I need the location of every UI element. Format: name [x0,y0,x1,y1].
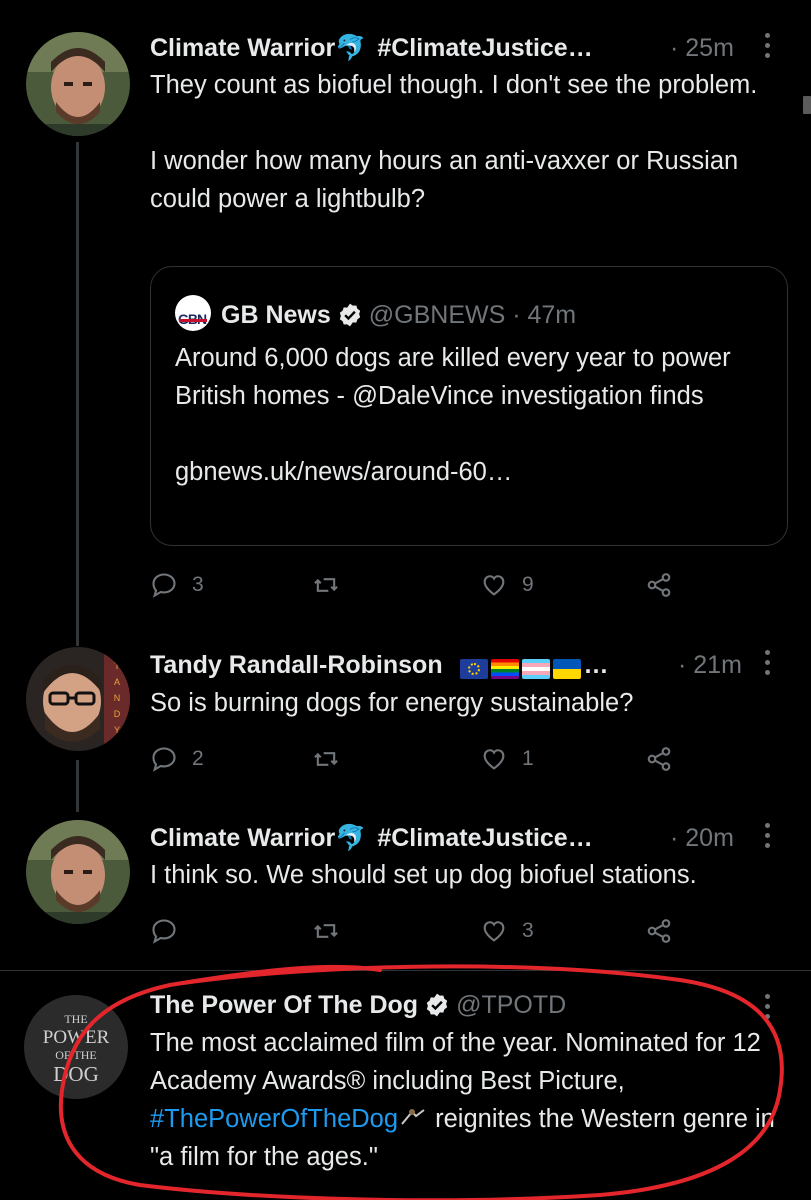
rainbow-flag-icon [490,659,519,680]
timestamp[interactable]: · 20m [670,821,734,855]
like-count: 9 [522,573,534,596]
share-icon [647,747,671,771]
display-name[interactable]: Climate Warrior [150,824,335,852]
thread-line-top [76,640,79,646]
tweet-header: Climate Warrior🐬 #ClimateJustice… · 20m [150,821,811,855]
share-icon [647,919,671,943]
verified-badge-icon [339,303,360,327]
reply-button[interactable]: 2 [150,742,204,776]
tweet-tandy-randall-robinson[interactable]: T A N D Y Tandy Randall-Robinson … · 21m… [0,640,811,812]
heart-icon [483,921,505,942]
flag-emojis [459,651,584,685]
more-options-icon[interactable] [765,650,771,678]
tweet-climate-warrior-1[interactable]: Climate Warrior🐬 #ClimateJustice… · 25m … [0,0,811,642]
avatar[interactable] [26,32,130,136]
handle[interactable]: @TPOTD [456,991,566,1019]
tweet-text: So is burning dogs for energy sustainabl… [150,689,634,717]
display-name-hashtag[interactable]: #ClimateJustice… [377,824,592,852]
thread-line [76,142,79,642]
avatar[interactable]: THE POWER OF THE DOG [24,995,128,1099]
dolphin-emoji-icon: 🐬 [335,824,367,852]
svg-text:T: T [114,661,120,671]
like-button[interactable]: 9 [480,568,534,602]
tweet-actions: 3 [150,914,690,948]
like-count: 3 [522,919,534,942]
share-button[interactable] [645,742,673,776]
reply-count: 2 [192,747,204,770]
man-portrait-image [26,820,130,924]
svg-text:Y: Y [114,725,120,735]
retweet-button[interactable] [312,568,354,602]
film-logo-avatar-image: THE POWER OF THE DOG [24,995,128,1099]
retweet-button[interactable] [312,742,354,776]
man-with-glasses-portrait-image: T A N D Y [26,647,130,751]
display-name[interactable]: Tandy Randall-Robinson [150,651,443,679]
verified-badge-icon [426,993,448,1017]
heart-icon [483,575,505,596]
like-count: 1 [522,747,534,770]
dolphin-emoji-icon: 🐬 [335,34,367,62]
more-options-icon[interactable] [765,823,771,851]
avatar[interactable] [26,820,130,924]
svg-text:DOG: DOG [53,1062,99,1086]
tweet-text: I think so. We should set up dog biofuel… [150,861,697,889]
tweet-text: The most acclaimed film of the year. Nom… [150,1024,800,1176]
tweet-text: They count as biofuel though. I don't se… [150,71,758,213]
tweet-header: Tandy Randall-Robinson … · 21m [150,648,811,682]
ellipsis: … [583,651,609,679]
quoted-tweet-header: GBN GB News @GBNEWS · 47m [175,295,576,332]
tweet-actions: 3 9 [150,568,690,602]
quoted-tweet[interactable]: GBN GB News @GBNEWS · 47m Around 6,000 dog… [150,266,788,546]
svg-text:POWER: POWER [43,1027,110,1048]
share-button[interactable] [645,568,673,602]
svg-text:D: D [114,709,121,719]
display-name[interactable]: Climate Warrior [150,34,335,62]
tweet-the-power-of-the-dog[interactable]: THE POWER OF THE DOG The Power Of The Do… [0,971,811,1200]
man-portrait-image [26,32,130,136]
reply-icon [152,919,176,944]
ukraine-flag-icon [552,659,581,680]
tweet-climate-warrior-2[interactable]: Climate Warrior🐬 #ClimateJustice… · 20m … [0,810,811,970]
hashtag-emoji-icon [401,1109,425,1125]
gb-news-logo: GBN [175,295,211,331]
svg-text:OF THE: OF THE [55,1048,96,1062]
more-options-icon[interactable] [765,33,771,61]
timestamp[interactable]: · 25m [670,31,734,65]
eu-flag-icon [459,659,488,680]
more-options-icon[interactable] [765,994,771,1022]
like-button[interactable]: 1 [480,742,534,776]
reply-icon [152,573,176,598]
retweet-icon [314,578,338,592]
svg-text:A: A [114,677,120,687]
display-name-hashtag[interactable]: #ClimateJustice… [377,34,592,62]
quoted-text: Around 6,000 dogs are killed every year … [175,344,731,486]
share-icon [647,573,671,597]
heart-icon [483,749,505,770]
reply-button[interactable]: 3 [150,568,204,602]
reply-count: 3 [192,573,204,596]
thread-line [76,760,79,812]
tweet-actions: 2 1 [150,742,690,776]
retweet-button[interactable] [312,914,354,948]
tweet-header: The Power Of The Dog @TPOTD [150,988,811,1022]
like-button[interactable]: 3 [480,914,534,948]
display-name[interactable]: The Power Of The Dog [150,991,418,1019]
share-button[interactable] [645,914,673,948]
text-before: The most acclaimed film of the year. Nom… [150,1029,761,1095]
timestamp[interactable]: · 21m [678,648,742,682]
retweet-icon [314,752,338,766]
quoted-handle: @GBNEWS · 47m [368,301,577,329]
avatar[interactable]: T A N D Y [26,647,130,751]
retweet-icon [314,924,338,938]
reply-icon [152,747,176,772]
tweet-header: Climate Warrior🐬 #ClimateJustice… · 25m [150,31,811,65]
svg-text:THE: THE [64,1012,87,1026]
quoted-display-name: GB News [221,301,331,329]
transgender-flag-icon [521,659,550,680]
hashtag-link[interactable]: #ThePowerOfTheDog [150,1105,398,1133]
reply-button[interactable] [150,914,192,948]
svg-text:N: N [114,693,121,703]
